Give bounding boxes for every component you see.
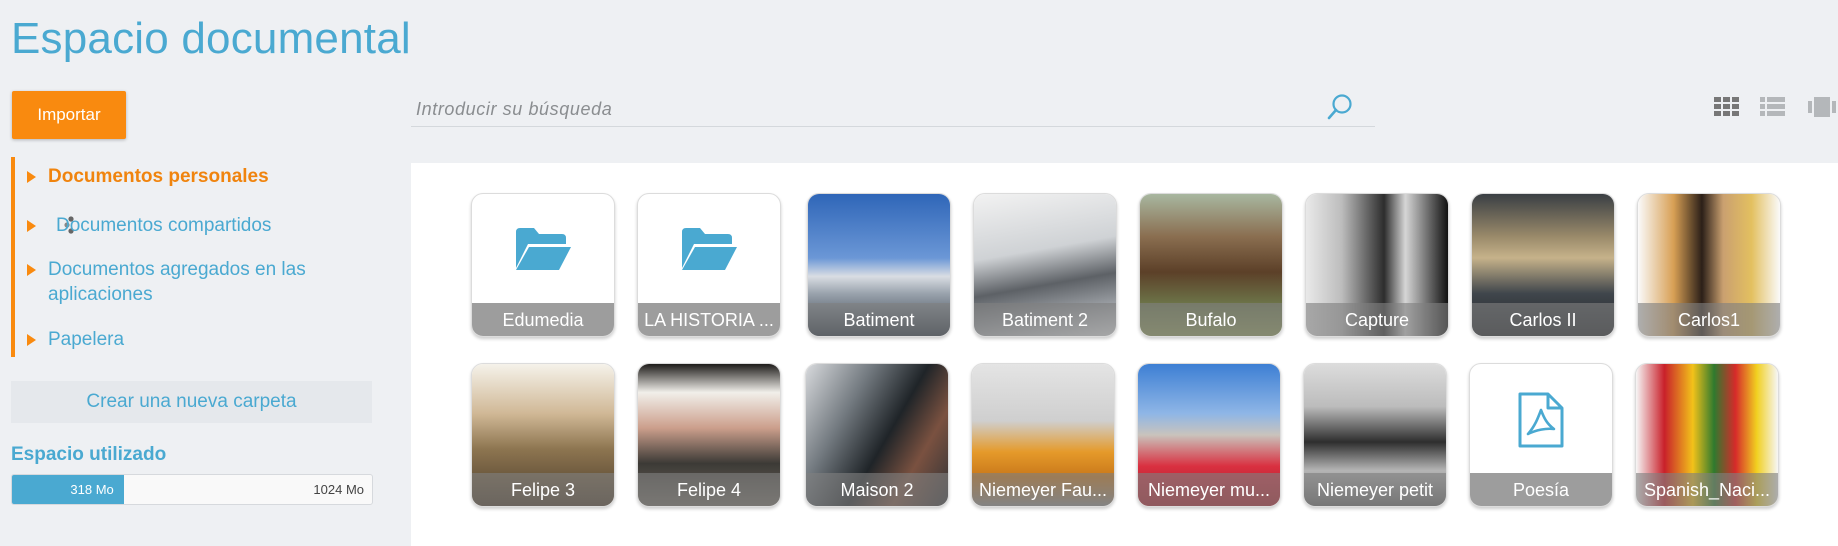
document-title: Carlos II bbox=[1472, 303, 1614, 336]
document-tile[interactable]: Niemeyer mu... bbox=[1137, 363, 1281, 507]
page-title: Espacio documental bbox=[11, 14, 411, 63]
document-title: Felipe 4 bbox=[638, 473, 780, 506]
document-tile[interactable]: Carlos1 bbox=[1637, 193, 1781, 337]
document-title: Poesía bbox=[1470, 473, 1612, 506]
sidebar-accent-bar bbox=[11, 157, 15, 357]
document-tile[interactable]: Spanish_Naci... bbox=[1635, 363, 1779, 507]
document-title: Carlos1 bbox=[1638, 303, 1780, 336]
document-title: Maison 2 bbox=[806, 473, 948, 506]
sidebar-item-label-cont: aplicaciones bbox=[48, 284, 153, 305]
caret-right-icon bbox=[27, 171, 36, 183]
document-tile[interactable]: Niemeyer petit bbox=[1303, 363, 1447, 507]
document-tile[interactable]: Maison 2 bbox=[805, 363, 949, 507]
sidebar-item-label: Documentos compartidos bbox=[56, 215, 272, 236]
document-tile[interactable]: Niemeyer Fau... bbox=[971, 363, 1115, 507]
document-tile[interactable]: LA HISTORIA ... bbox=[637, 193, 781, 337]
document-title: Batiment bbox=[808, 303, 950, 336]
storage-title: Espacio utilizado bbox=[11, 444, 167, 465]
document-title: Niemeyer Fau... bbox=[972, 473, 1114, 506]
caret-right-icon bbox=[27, 264, 36, 276]
document-tile[interactable]: Batiment bbox=[807, 193, 951, 337]
search-input[interactable] bbox=[416, 96, 1316, 122]
storage-used-fill: 318 Mo bbox=[12, 475, 124, 504]
document-title: Bufalo bbox=[1140, 303, 1282, 336]
document-tile[interactable]: Poesía bbox=[1469, 363, 1613, 507]
document-grid: Edumedia LA HISTORIA ... Batiment Batime… bbox=[411, 163, 1838, 546]
document-tile[interactable]: Carlos II bbox=[1471, 193, 1615, 337]
document-tile[interactable]: Felipe 3 bbox=[471, 363, 615, 507]
document-title: Batiment 2 bbox=[974, 303, 1116, 336]
storage-used-label: 318 Mo bbox=[70, 482, 114, 497]
pdf-icon bbox=[1518, 392, 1564, 448]
document-tile[interactable]: Edumedia bbox=[471, 193, 615, 337]
document-title: Niemeyer mu... bbox=[1138, 473, 1280, 506]
document-tile[interactable]: Batiment 2 bbox=[973, 193, 1117, 337]
sidebar-item-label: Documentos personales bbox=[48, 166, 269, 187]
search-box bbox=[411, 90, 1375, 127]
carousel-view-icon[interactable] bbox=[1808, 96, 1836, 118]
sidebar-item-label: Papelera bbox=[48, 329, 125, 350]
grid-view-icon[interactable] bbox=[1713, 96, 1741, 118]
storage-bar: 318 Mo 1024 Mo bbox=[11, 474, 373, 505]
search-icon[interactable] bbox=[1325, 92, 1355, 122]
document-title: Spanish_Naci... bbox=[1636, 473, 1778, 506]
storage-total-label: 1024 Mo bbox=[313, 482, 364, 497]
document-tile[interactable]: Bufalo bbox=[1139, 193, 1283, 337]
document-tile[interactable]: Capture bbox=[1305, 193, 1449, 337]
new-folder-button[interactable]: Crear una nueva carpeta bbox=[11, 381, 372, 423]
folder-icon bbox=[682, 228, 737, 270]
document-tile[interactable]: Felipe 4 bbox=[637, 363, 781, 507]
caret-right-icon bbox=[27, 334, 36, 346]
folder-icon bbox=[516, 228, 571, 270]
document-title: Felipe 3 bbox=[472, 473, 614, 506]
sidebar-item-label: Documentos agregados en las bbox=[48, 259, 306, 280]
document-title: Edumedia bbox=[472, 303, 614, 336]
document-title: LA HISTORIA ... bbox=[638, 303, 780, 336]
sidebar-nav: Documentos personales Documentos compart… bbox=[11, 157, 371, 357]
document-title: Capture bbox=[1306, 303, 1448, 336]
caret-right-icon bbox=[27, 220, 36, 232]
list-view-icon[interactable] bbox=[1759, 96, 1787, 118]
import-button[interactable]: Importar bbox=[12, 91, 126, 139]
document-title: Niemeyer petit bbox=[1304, 473, 1446, 506]
